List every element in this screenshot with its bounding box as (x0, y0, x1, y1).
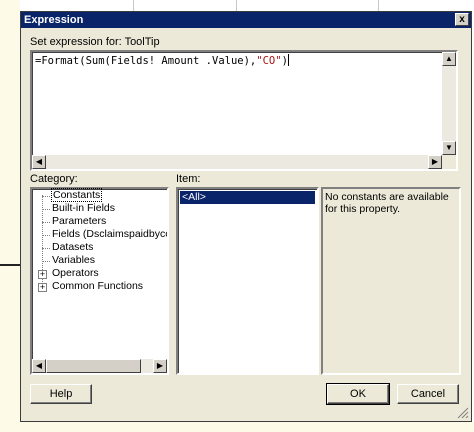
scroll-left-button[interactable]: ◀ (32, 155, 46, 169)
item-list[interactable]: <All> (176, 187, 319, 375)
category-label: Category: (30, 173, 78, 185)
scroll-left-icon: ◀ (35, 361, 43, 370)
set-expression-label: Set expression for: ToolTip (30, 36, 160, 48)
category-tree[interactable]: Constants Built-in Fields Parameters Fie… (30, 187, 169, 375)
category-item-parameters[interactable]: Parameters (52, 215, 106, 227)
tree-connector (42, 222, 50, 223)
background-grid-line (378, 0, 379, 11)
scroll-left-button[interactable]: ◀ (32, 359, 46, 373)
description-panel: No constants are available for this prop… (321, 187, 461, 375)
item-list-selected[interactable]: <All> (180, 191, 315, 204)
tree-connector (42, 248, 50, 249)
dialog-title: Expression (24, 14, 84, 26)
category-item-constants[interactable]: Constants (51, 188, 103, 202)
expression-dialog: Expression x Set expression for: ToolTip… (20, 11, 472, 422)
expression-vscrollbar[interactable]: ▲ ▼ (442, 52, 456, 155)
scroll-right-button[interactable]: ▶ (153, 359, 167, 373)
tree-connector (42, 261, 50, 262)
scrollbar-corner (442, 155, 456, 169)
category-item-label: Constants (51, 188, 103, 202)
dialog-titlebar[interactable]: Expression x (21, 12, 471, 28)
cancel-button[interactable]: Cancel (397, 384, 459, 404)
scroll-down-button[interactable]: ▼ (442, 141, 456, 155)
expression-editor[interactable]: =Format(Sum(Fields! Amount .Value),"CO")… (30, 50, 458, 171)
tree-connector (42, 209, 50, 210)
scroll-up-icon: ▲ (445, 54, 453, 63)
scroll-right-icon: ▶ (156, 361, 164, 370)
close-button[interactable]: x (455, 13, 469, 26)
expression-hscrollbar[interactable]: ◀ ▶ (32, 155, 442, 169)
text-caret (287, 54, 289, 66)
scroll-left-icon: ◀ (35, 157, 43, 166)
category-item-common-functions[interactable]: Common Functions (52, 280, 143, 292)
category-item-variables[interactable]: Variables (52, 254, 95, 266)
scroll-thumb[interactable] (46, 359, 141, 373)
category-item-built-in-fields[interactable]: Built-in Fields (52, 202, 115, 214)
expression-string-literal: "CO" (256, 55, 282, 67)
tree-connector (42, 196, 50, 197)
ok-button[interactable]: OK (326, 383, 390, 405)
category-item-fields[interactable]: Fields (Dsclaimspaidbyconditio (52, 228, 167, 240)
close-icon: x (459, 14, 465, 25)
background-pale-area (0, 0, 20, 432)
background-pale-area-bottom (0, 422, 474, 432)
help-button[interactable]: Help (30, 384, 92, 404)
scroll-down-icon: ▼ (445, 143, 453, 152)
tree-connector (42, 235, 50, 236)
category-item-operators[interactable]: Operators (52, 267, 99, 279)
scroll-up-button[interactable]: ▲ (442, 52, 456, 66)
category-hscrollbar[interactable]: ◀ ▶ (32, 359, 167, 373)
scroll-right-icon: ▶ (431, 157, 439, 166)
description-text: No constants are available for this prop… (325, 191, 449, 215)
expand-operators-icon[interactable]: + (38, 270, 47, 279)
resize-grip-icon[interactable] (457, 407, 469, 419)
expression-text[interactable]: =Format(Sum(Fields! Amount .Value),"CO") (35, 54, 289, 67)
background-grid-line (236, 0, 237, 11)
item-label: Item: (176, 173, 201, 185)
scroll-right-button[interactable]: ▶ (428, 155, 442, 169)
background-grid-line (133, 0, 134, 11)
expand-common-functions-icon[interactable]: + (38, 283, 47, 292)
category-item-datasets[interactable]: Datasets (52, 241, 93, 253)
